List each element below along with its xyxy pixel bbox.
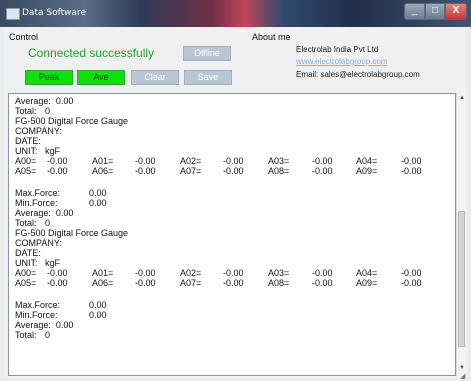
log-cell-label: A04= xyxy=(356,268,378,278)
log-date: DATE: xyxy=(15,248,41,258)
peak-button[interactable]: Peak xyxy=(25,70,73,85)
log-cell-label: A03= xyxy=(268,268,290,278)
log-scrollbar[interactable]: ▲ ▼ xyxy=(456,93,466,376)
log-cell-value: -0.00 xyxy=(135,268,156,278)
connection-status: Connected successfully xyxy=(28,46,155,60)
log-cell-label: A03= xyxy=(268,156,290,166)
log-cell-value: -0.00 xyxy=(223,278,244,288)
log-cell-value: -0.00 xyxy=(401,278,422,288)
control-group-label: Control xyxy=(9,32,39,42)
log-total-label: Total: xyxy=(15,106,37,116)
log-unit-label: UNIT: xyxy=(15,258,38,268)
log-total-label: Total: xyxy=(15,218,37,228)
scroll-down-icon[interactable]: ▼ xyxy=(459,365,465,371)
log-total-value: 0 xyxy=(45,106,51,116)
log-cell-label: A04= xyxy=(356,156,378,166)
log-cell-label: A07= xyxy=(180,278,202,288)
log-max-value: 0.00 xyxy=(89,188,107,198)
log-unit-value: kgF xyxy=(45,258,61,268)
log-cell-label: A05= xyxy=(15,166,37,176)
log-min-label: Min.Force: xyxy=(15,310,58,320)
log-cell-value: -0.00 xyxy=(47,166,68,176)
log-cell-value: -0.00 xyxy=(312,156,333,166)
log-cell-value: -0.00 xyxy=(223,166,244,176)
log-cell-label: A06= xyxy=(92,278,114,288)
log-cell-value: -0.00 xyxy=(135,278,156,288)
main-panel: Control Connected successfully Offline P… xyxy=(4,27,467,379)
resize-grip-icon[interactable]: ◢ xyxy=(460,372,465,380)
log-unit-label: UNIT: xyxy=(15,146,38,156)
log-average: Average: 0.00 xyxy=(15,96,74,106)
window-title: Data Software xyxy=(22,8,87,18)
log-max-label: Max.Force: xyxy=(15,188,61,198)
save-button[interactable]: Save xyxy=(184,70,232,85)
ave-button[interactable]: Ave xyxy=(77,70,125,85)
log-cell-label: A02= xyxy=(180,268,202,278)
log-cell-value: -0.00 xyxy=(47,268,68,278)
log-min-value: 0.00 xyxy=(89,198,107,208)
log-max-value: 0.00 xyxy=(89,300,107,310)
log-cell-label: A00= xyxy=(15,268,37,278)
log-cell-label: A01= xyxy=(92,268,114,278)
log-average: Average: 0.00 xyxy=(15,320,74,330)
log-cell-label: A09= xyxy=(356,166,378,176)
log-cell-label: A01= xyxy=(92,156,114,166)
app-icon xyxy=(6,8,20,20)
offline-button[interactable]: Offline xyxy=(183,46,231,61)
maximize-button[interactable]: □ xyxy=(425,3,445,20)
log-cell-value: -0.00 xyxy=(47,156,68,166)
log-cell-label: A02= xyxy=(180,156,202,166)
log-cell-value: -0.00 xyxy=(312,166,333,176)
log-cell-value: -0.00 xyxy=(135,156,156,166)
log-max-label: Max.Force: xyxy=(15,300,61,310)
log-average: Average: 0.00 xyxy=(15,208,74,218)
website-link[interactable]: www.electrolabgroup.com xyxy=(296,57,388,66)
log-company: COMPANY: xyxy=(15,238,62,248)
log-cell-value: -0.00 xyxy=(223,156,244,166)
log-total-value: 0 xyxy=(45,330,51,340)
log-unit-value: kgF xyxy=(45,146,61,156)
log-cell-value: -0.00 xyxy=(401,156,422,166)
data-log-textarea[interactable]: Average: 0.00 Total: 0 FG-500 Digital Fo… xyxy=(8,93,456,376)
title-bar: Data Software _ □ X xyxy=(0,0,471,27)
log-company: COMPANY: xyxy=(15,126,62,136)
log-min-label: Min.Force: xyxy=(15,198,58,208)
minimize-button[interactable]: _ xyxy=(404,3,425,20)
log-cell-label: A08= xyxy=(268,166,290,176)
log-total-label: Total: xyxy=(15,330,37,340)
about-group-label: About me xyxy=(252,32,291,42)
log-cell-value: -0.00 xyxy=(401,166,422,176)
company-name: Electrolab India Pvt Ltd xyxy=(296,45,379,54)
log-cell-value: -0.00 xyxy=(312,278,333,288)
log-cell-label: A08= xyxy=(268,278,290,288)
log-cell-value: -0.00 xyxy=(223,268,244,278)
email-text: Email: sales@electrolabgroup.com xyxy=(296,70,420,79)
log-cell-label: A09= xyxy=(356,278,378,288)
log-date: DATE: xyxy=(15,136,41,146)
log-device: FG-500 Digital Force Gauge xyxy=(15,116,129,126)
log-total-value: 0 xyxy=(45,218,51,228)
scroll-thumb[interactable] xyxy=(458,211,465,347)
log-cell-value: -0.00 xyxy=(135,166,156,176)
close-button[interactable]: X xyxy=(445,3,467,20)
log-cell-value: -0.00 xyxy=(312,268,333,278)
log-cell-label: A00= xyxy=(15,156,37,166)
log-cell-value: -0.00 xyxy=(401,268,422,278)
clear-button[interactable]: Clear xyxy=(131,70,179,85)
log-cell-value: -0.00 xyxy=(47,278,68,288)
log-cell-label: A06= xyxy=(92,166,114,176)
log-cell-label: A05= xyxy=(15,278,37,288)
log-device: FG-500 Digital Force Gauge xyxy=(15,228,129,238)
scroll-up-icon[interactable]: ▲ xyxy=(459,95,465,101)
log-cell-label: A07= xyxy=(180,166,202,176)
log-min-value: 0.00 xyxy=(89,310,107,320)
